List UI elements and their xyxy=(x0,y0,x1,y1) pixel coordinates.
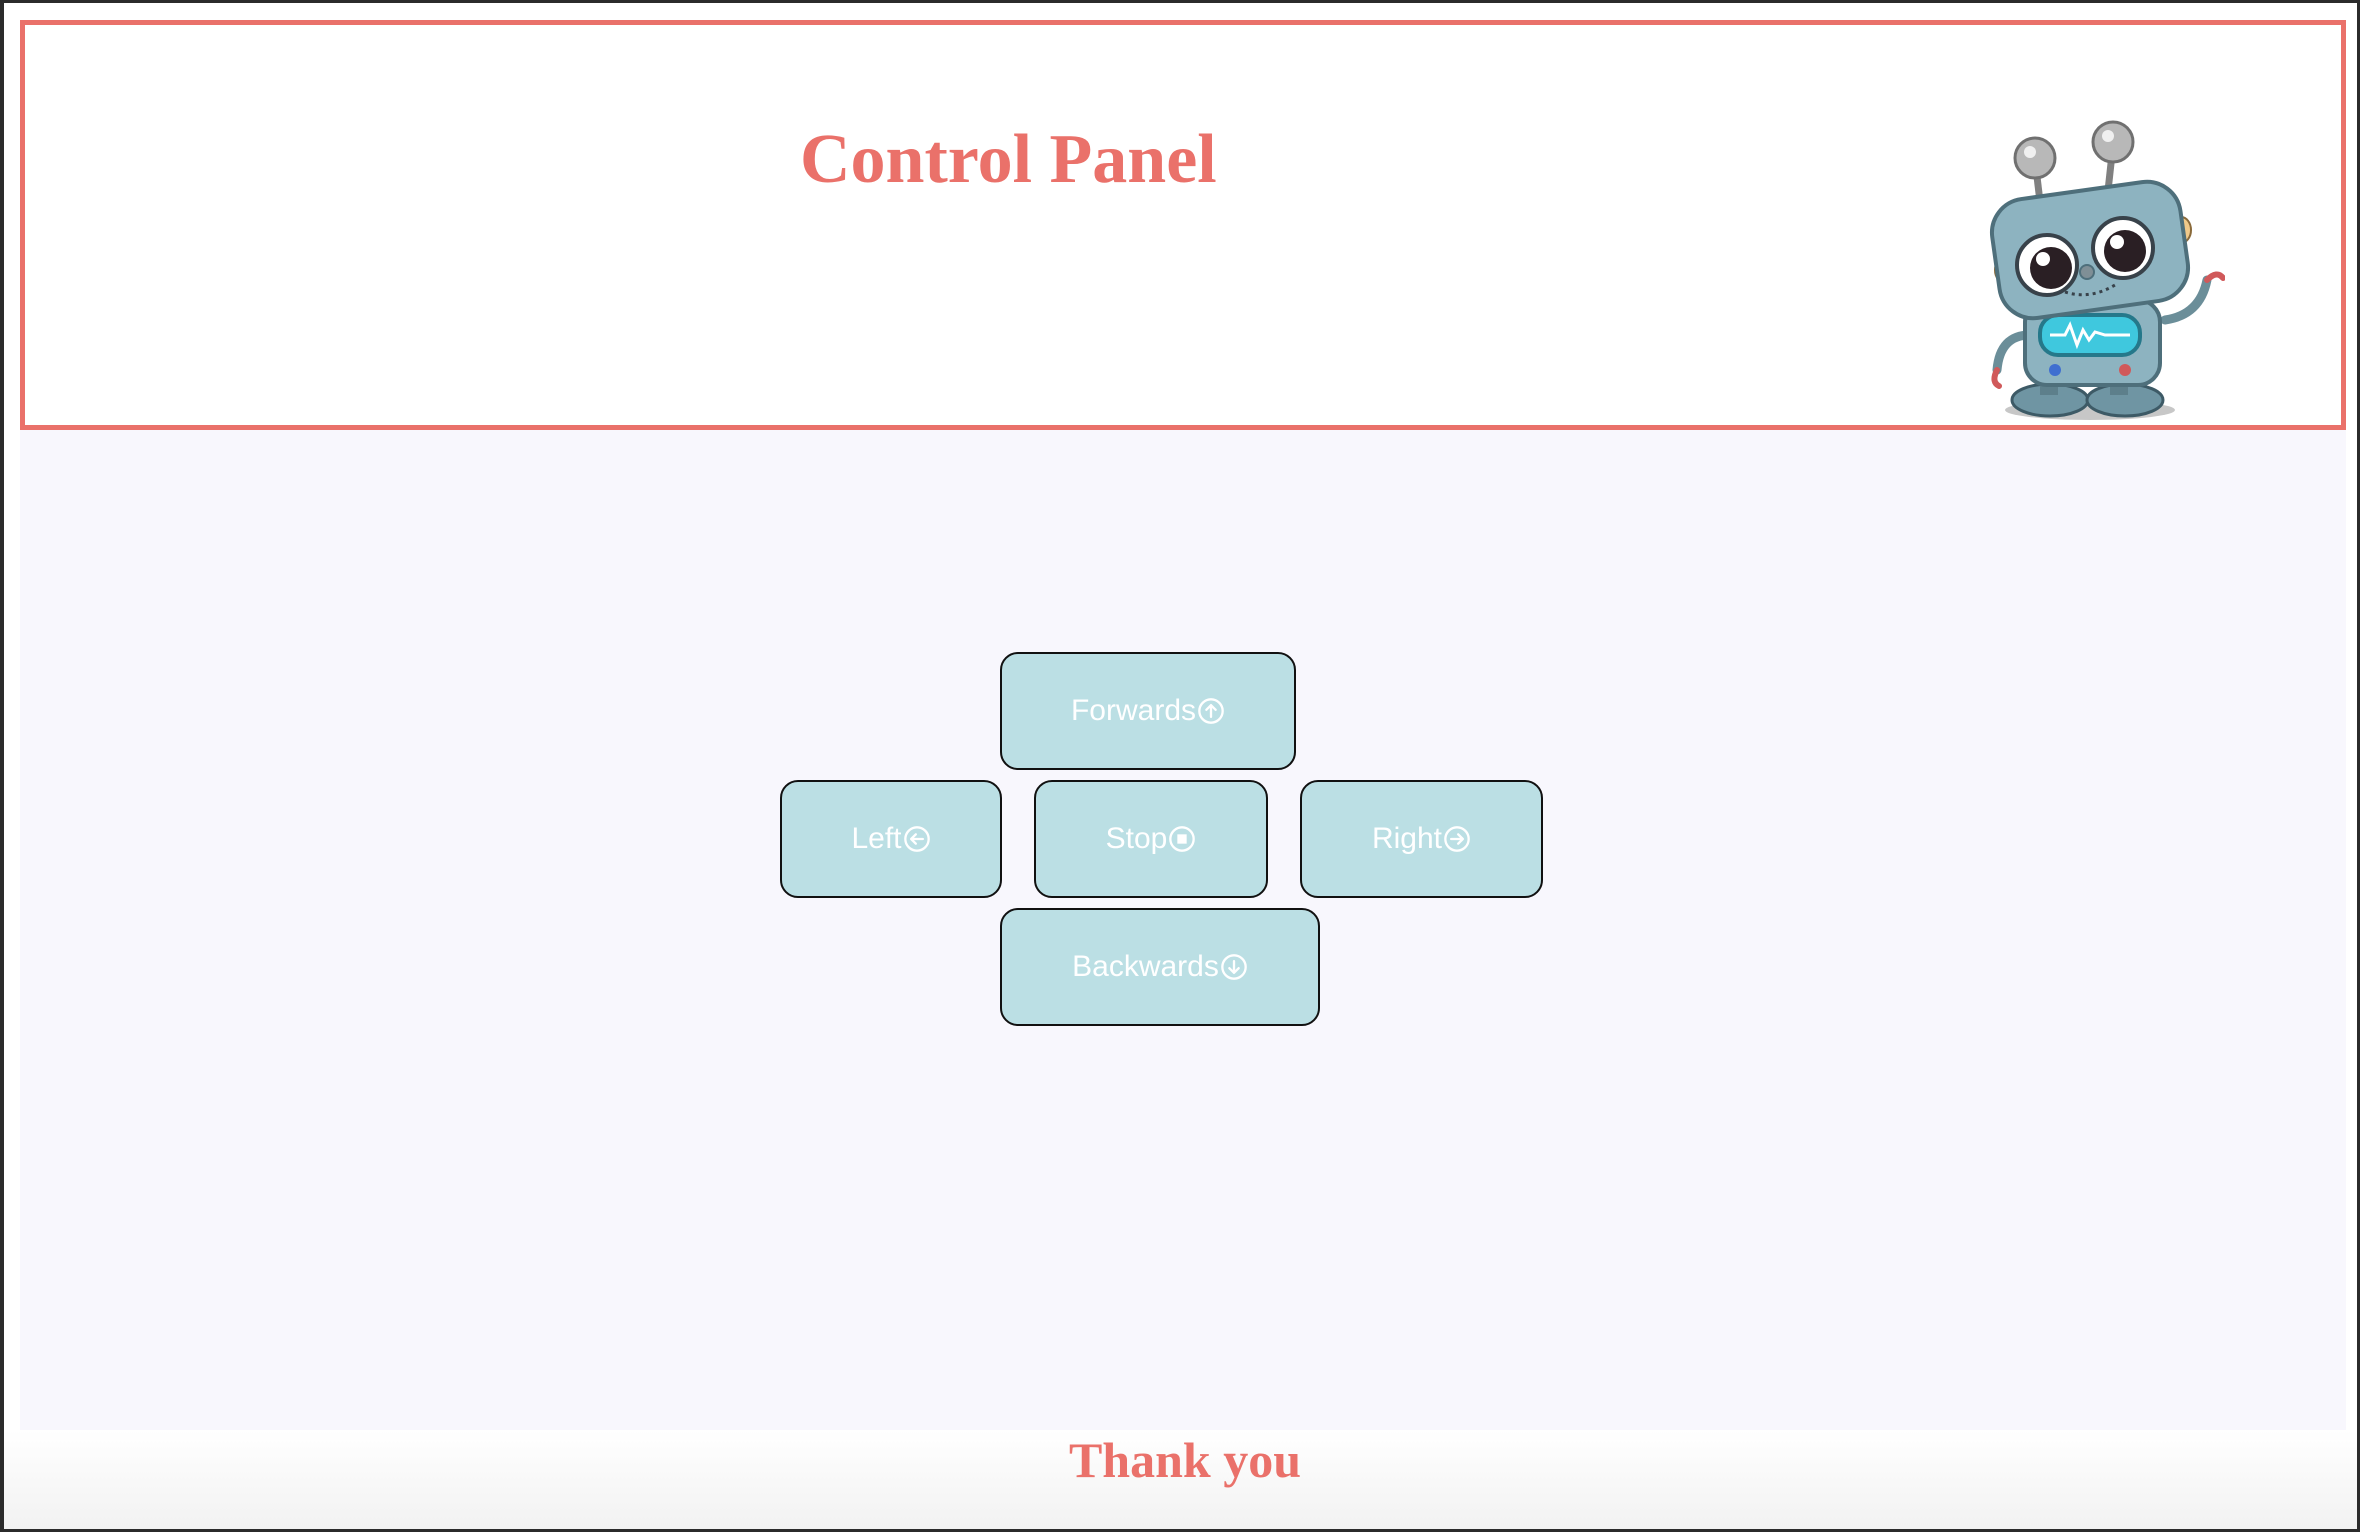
forwards-button-label: Forwards xyxy=(1070,694,1197,727)
robot-icon xyxy=(1989,120,2225,420)
left-button-label: Left xyxy=(851,822,902,855)
stop-circle-icon xyxy=(1169,826,1196,852)
stop-button-label: Stop xyxy=(1105,822,1168,855)
arrow-up-circle-icon xyxy=(1198,698,1224,724)
arrow-right-circle-icon xyxy=(1444,826,1470,852)
backwards-button-label: Backwards xyxy=(1072,950,1219,983)
footer-thank-you: Thank you xyxy=(1068,1432,1302,1488)
arrow-left-circle-icon xyxy=(903,826,930,852)
forwards-button[interactable]: Forwards xyxy=(1000,652,1296,770)
stop-button[interactable]: Stop xyxy=(1034,780,1268,898)
arrow-down-circle-icon xyxy=(1221,954,1247,980)
right-button[interactable]: Right xyxy=(1300,780,1543,898)
right-button-label: Right xyxy=(1371,822,1443,855)
left-button[interactable]: Left xyxy=(780,780,1002,898)
window-left-edge xyxy=(0,0,4,1532)
window-top-edge xyxy=(0,0,2360,3)
page-title: Control Panel xyxy=(800,121,1217,198)
backwards-button[interactable]: Backwards xyxy=(1000,908,1320,1026)
